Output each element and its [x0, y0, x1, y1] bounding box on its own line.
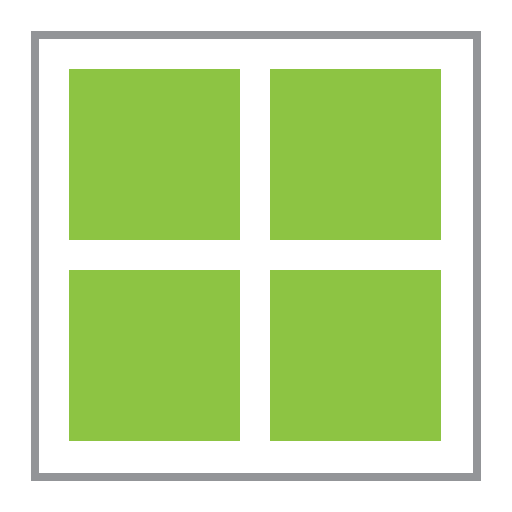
grid-tile-bottom-right — [270, 270, 441, 441]
grid-tile-top-left — [69, 69, 240, 240]
grid-view-icon — [0, 0, 512, 512]
grid-tile-top-right — [270, 69, 441, 240]
grid-tile-bottom-left — [69, 270, 240, 441]
